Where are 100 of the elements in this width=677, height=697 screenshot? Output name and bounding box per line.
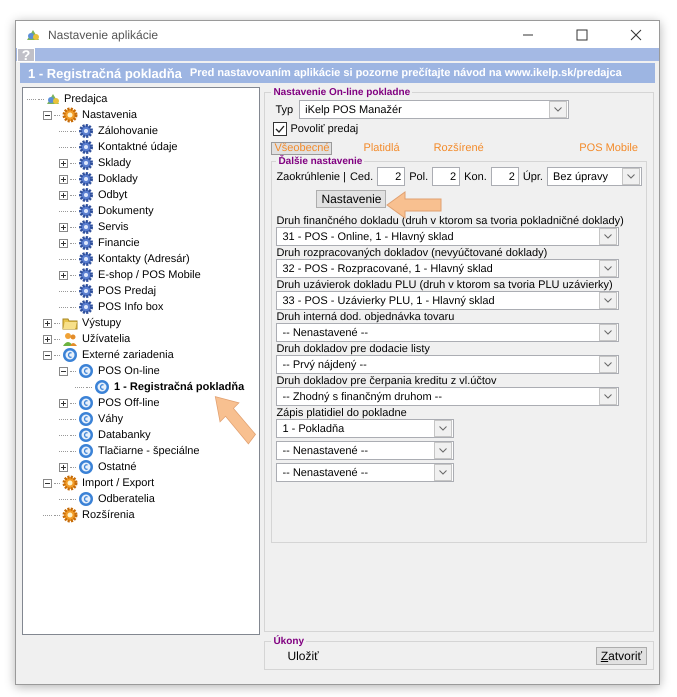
field-label: Druh dokladov pre dodacie listy <box>276 343 430 355</box>
save-button[interactable]: Uložiť <box>281 648 325 664</box>
field-label: Druh rozpracovaných dokladov (nevyúčtované doklady) <box>276 247 548 259</box>
field-label: Pol. <box>409 170 428 182</box>
chevron-down-icon <box>439 426 448 431</box>
tree-item[interactable]: Kontakty (Adresár) <box>96 253 192 265</box>
collapse-toggle[interactable] <box>43 478 52 488</box>
tree-item[interactable]: Váhy <box>96 413 126 425</box>
chevron-down-icon <box>627 174 635 179</box>
dropdown[interactable]: -- Nenastavené -- <box>276 441 454 460</box>
coin-icon <box>78 411 94 427</box>
tree-item[interactable]: Databanky <box>96 429 153 441</box>
gear-icon <box>78 235 94 251</box>
tree-item[interactable]: Užívatelia <box>80 333 132 345</box>
field-label: Zápis platidiel do pokladne <box>276 407 407 419</box>
number-field[interactable]: 2 <box>432 167 460 186</box>
tree-item[interactable]: Import / Export <box>80 477 156 489</box>
tree-item[interactable]: Výstupy <box>80 317 124 329</box>
dropdown[interactable]: 33 - POS - Uzávierky PLU, 1 - Hlavný sklad <box>276 291 620 310</box>
app-icon <box>26 28 40 42</box>
tree-item[interactable]: POS Info box <box>96 301 166 313</box>
tree-item[interactable]: Doklady <box>96 173 140 185</box>
expand-toggle[interactable] <box>59 238 68 248</box>
expand-toggle[interactable] <box>43 318 52 328</box>
coin-icon <box>78 491 94 507</box>
field-label: Kon. <box>464 170 487 182</box>
collapse-toggle[interactable] <box>43 110 52 120</box>
tree-item[interactable]: E-shop / POS Mobile <box>96 269 203 281</box>
dropdown[interactable]: iKelp POS Manažér <box>299 100 570 119</box>
number-field[interactable]: 2 <box>377 167 406 186</box>
dropdown[interactable]: 32 - POS - Rozpracované, 1 - Hlavný sklad <box>276 259 620 278</box>
tree-item[interactable]: POS On-line <box>96 365 162 377</box>
collapse-toggle[interactable] <box>59 366 68 376</box>
gear-icon <box>78 123 94 139</box>
tree-item[interactable]: Externé zariadenia <box>80 349 176 361</box>
tree-item[interactable]: Kontaktné údaje <box>96 141 180 153</box>
dropdown[interactable]: -- Nenastavené -- <box>276 463 454 482</box>
coin-icon <box>94 379 110 395</box>
expand-toggle[interactable] <box>59 190 68 200</box>
pointer-arrow <box>212 395 258 447</box>
tree-item[interactable]: Dokumenty <box>96 205 156 217</box>
field-label: Druh uzávierok dokladu PLU (druh v ktorom sa tvoria PLU uzávierky) <box>276 279 613 291</box>
tree-item[interactable]: Sklady <box>96 157 134 169</box>
checkbox[interactable] <box>273 122 288 136</box>
header-title: 1 - Registračná pokladňa <box>28 66 182 80</box>
field-label: Druh finančného dokladu (druh v ktorom sa tvoria pokladničné doklady) <box>276 215 624 227</box>
tree-item[interactable]: 1 - Registračná pokladňa <box>112 381 246 393</box>
dropdown[interactable]: 1 - Pokladňa <box>276 419 454 438</box>
group-legend: Ďalšie nastavenie <box>276 156 364 167</box>
chevron-down-icon <box>604 266 612 271</box>
tree-item[interactable]: Zálohovanie <box>96 125 160 137</box>
dropdown[interactable]: Bez úpravy <box>547 167 642 186</box>
expand-toggle[interactable] <box>59 462 68 472</box>
rounding-label: Zaokrúhlenie | <box>276 170 346 182</box>
settings-button[interactable]: Nastavenie <box>316 190 386 208</box>
tree-item[interactable]: POS Off-line <box>96 397 162 409</box>
gear-icon <box>78 171 94 187</box>
chevron-down-icon <box>439 448 448 453</box>
tree-item[interactable]: Ostatné <box>96 461 139 473</box>
coin-icon <box>78 427 94 443</box>
field-label: Ced. <box>350 170 374 182</box>
dropdown[interactable]: -- Zhodný s finančným druhom -- <box>276 387 620 406</box>
chevron-down-icon <box>554 107 562 112</box>
close-button[interactable]: Zatvoriť <box>596 647 647 665</box>
gear-icon <box>78 187 94 203</box>
coin-icon <box>78 395 94 411</box>
gear-icon <box>78 283 94 299</box>
expand-toggle[interactable] <box>59 398 68 408</box>
tree-item[interactable]: Odbyt <box>96 189 130 201</box>
expand-toggle[interactable] <box>59 158 68 168</box>
tree-item[interactable]: Servis <box>96 221 131 233</box>
dropdown[interactable]: 31 - POS - Online, 1 - Hlavný sklad <box>276 227 620 246</box>
expand-toggle[interactable] <box>59 174 68 184</box>
field-label: Úpr. <box>522 170 543 182</box>
tree-item[interactable]: Nastavenia <box>80 109 140 121</box>
gear-icon <box>78 203 94 219</box>
gear-icon <box>62 507 78 523</box>
tree-item[interactable]: Predajca <box>62 93 110 105</box>
group-legend: Úkony <box>271 636 306 647</box>
number-field[interactable]: 2 <box>490 167 519 186</box>
coin-icon <box>62 347 78 363</box>
dropdown[interactable]: -- Prvý nájdený -- <box>276 355 620 374</box>
chevron-down-icon <box>604 362 612 367</box>
expand-toggle[interactable] <box>59 222 68 232</box>
dropdown[interactable]: -- Nenastavené -- <box>276 323 620 342</box>
gear-icon <box>78 267 94 283</box>
tree-item[interactable]: Tlačiarne - špeciálne <box>96 445 202 457</box>
users-icon <box>62 331 78 347</box>
expand-toggle[interactable] <box>59 270 68 280</box>
tree-item[interactable]: Financie <box>96 237 142 249</box>
collapse-toggle[interactable] <box>43 350 52 360</box>
tree-item[interactable]: POS Predaj <box>96 285 158 297</box>
expand-toggle[interactable] <box>43 334 52 344</box>
chevron-down-icon <box>439 470 448 475</box>
chevron-down-icon <box>604 234 612 239</box>
checkbox-label: Povoliť predaj <box>290 123 358 135</box>
tree-item[interactable]: Odberatelia <box>96 493 157 505</box>
type-label: Typ <box>275 104 294 116</box>
gear-icon <box>62 475 78 491</box>
tree-item[interactable]: Rozšírenia <box>80 509 137 521</box>
